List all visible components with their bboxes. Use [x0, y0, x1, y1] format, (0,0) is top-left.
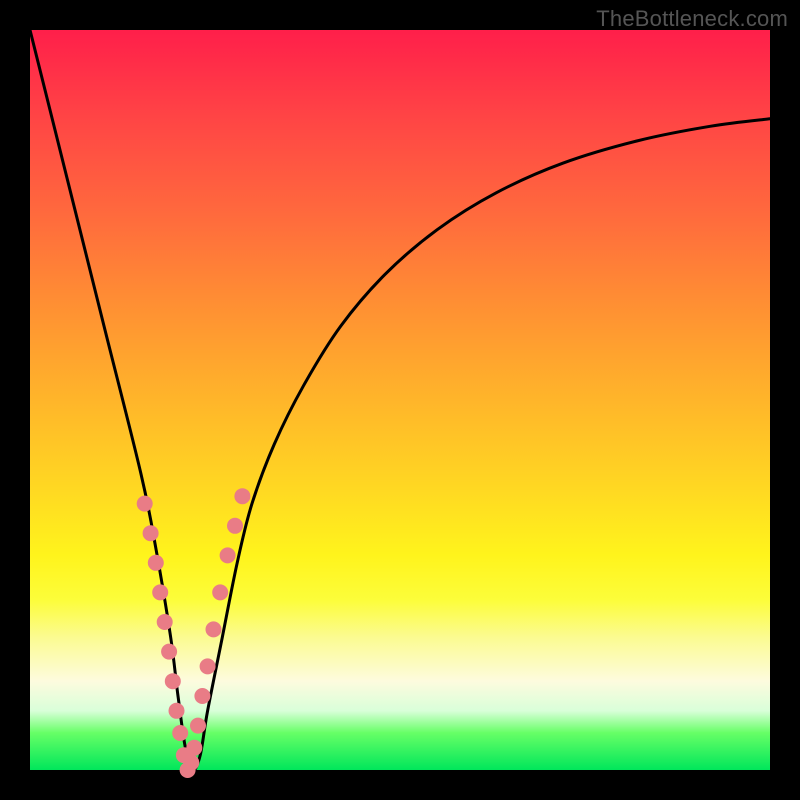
marker-dot [186, 740, 202, 756]
marker-dot [165, 673, 181, 689]
marker-dot [190, 718, 206, 734]
watermark-text: TheBottleneck.com [596, 6, 788, 32]
marker-dot [169, 703, 185, 719]
marker-dot [143, 525, 159, 541]
curve-layer [30, 30, 770, 770]
marker-dot [183, 755, 199, 771]
marker-dot [220, 547, 236, 563]
marker-dot [157, 614, 173, 630]
chart-frame: TheBottleneck.com [0, 0, 800, 800]
marker-dot [172, 725, 188, 741]
marker-dot [152, 584, 168, 600]
plot-area [30, 30, 770, 770]
bottleneck-curve [30, 30, 770, 770]
marker-dot [194, 688, 210, 704]
marker-dot [227, 518, 243, 534]
marker-dot [148, 555, 164, 571]
marker-dot [234, 488, 250, 504]
marker-dot [200, 658, 216, 674]
marker-dot [137, 496, 153, 512]
highlighted-range-markers [137, 488, 251, 778]
marker-dot [206, 621, 222, 637]
bottleneck-curve-path [30, 30, 770, 770]
marker-dot [212, 584, 228, 600]
marker-dot [161, 644, 177, 660]
